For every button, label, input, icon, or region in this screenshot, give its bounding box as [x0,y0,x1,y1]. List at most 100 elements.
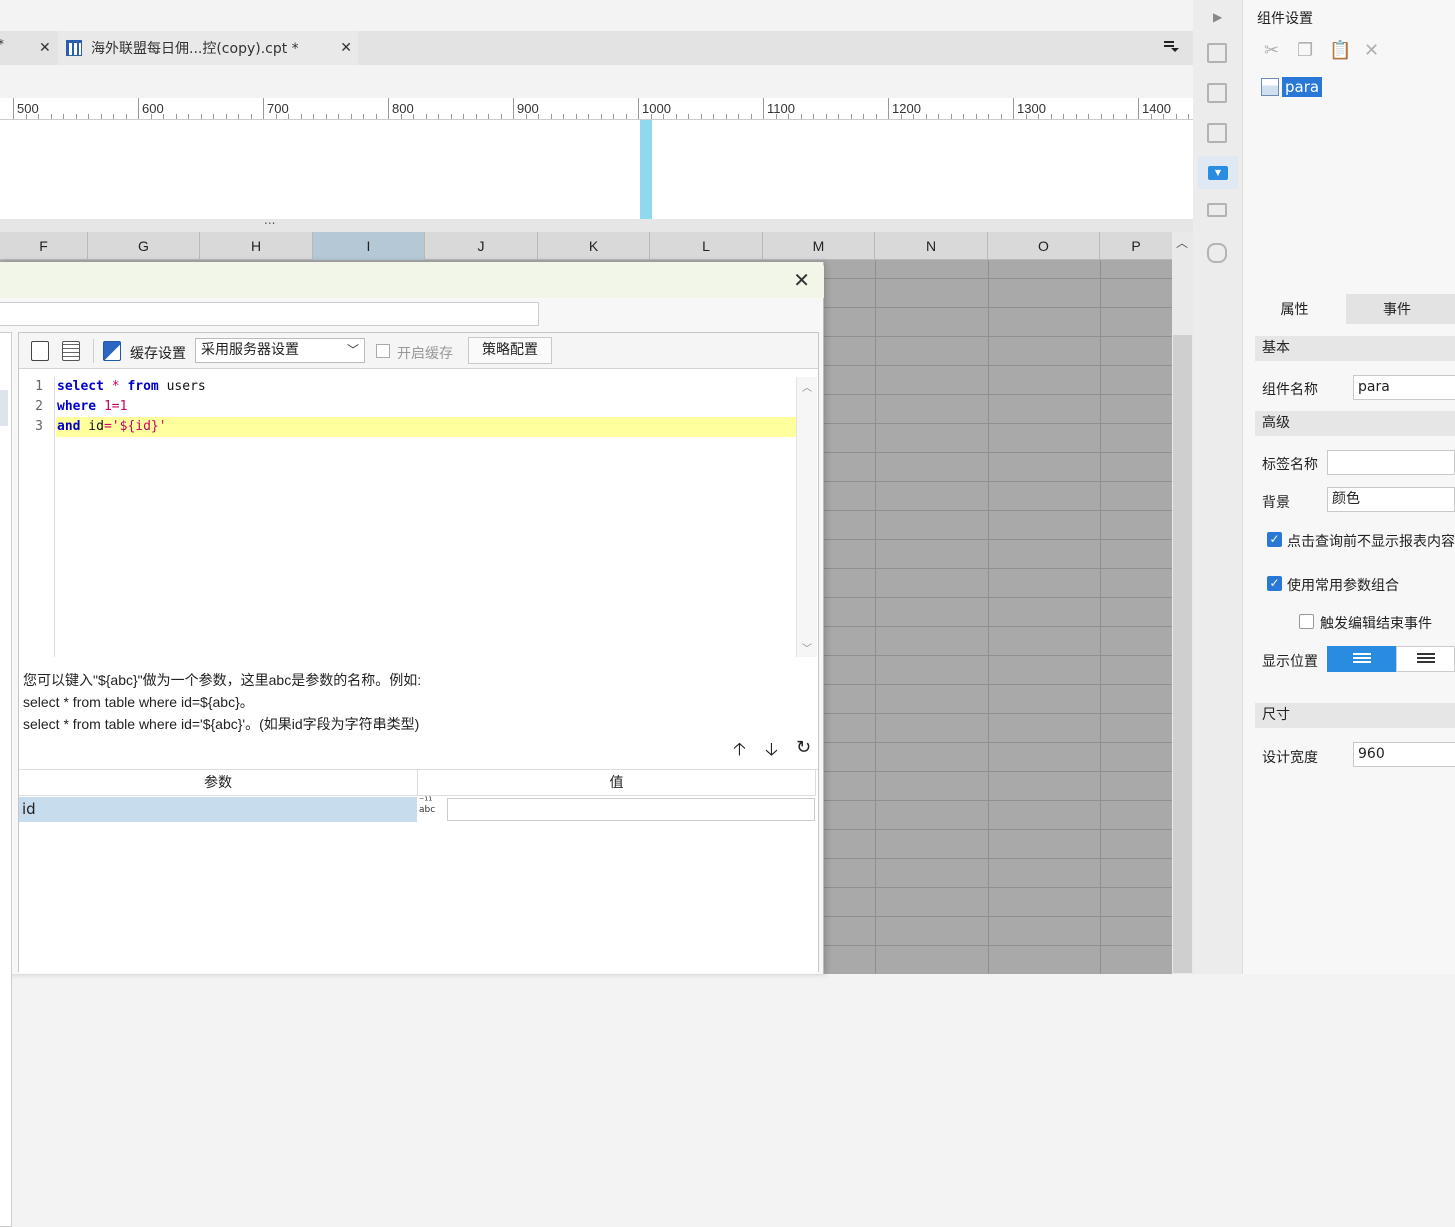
ruler-tick [13,98,14,119]
scrollbar-thumb[interactable] [1173,335,1192,973]
ruler-tick [588,114,589,119]
paste-icon[interactable]: 📋 [1329,40,1351,61]
move-down-icon[interactable]: 🡣 [765,737,778,767]
grid-vertical-scrollbar[interactable]: ︿ [1172,232,1193,974]
chevron-down-icon: ﹀ [346,343,359,357]
ruler-tick [938,114,939,119]
editor-scrollbar[interactable]: ︿ ﹀ [796,377,817,657]
column-header[interactable]: P [1100,232,1172,260]
column-header[interactable]: F [0,232,88,260]
ruler-tick [338,114,339,119]
splitter-grip-icon: ... [264,213,276,227]
ruler-tick [1063,114,1064,119]
dialog-close-icon[interactable]: ✕ [793,268,810,292]
ruler-tick [950,114,952,119]
enable-cache-label: 开启缓存 [397,346,453,362]
cache-mode-select[interactable]: 采用服务器设置 ﹀ [195,338,365,363]
cell-element-icon[interactable] [1207,123,1227,143]
trigger-edit-end-checkbox[interactable] [1299,614,1314,629]
dataset-list-selection[interactable] [0,390,8,426]
sql-file-icon[interactable] [62,341,80,361]
column-header[interactable]: L [650,232,763,260]
tab-list-icon[interactable] [1163,39,1179,57]
hide-report-checkbox[interactable]: ✓ [1267,532,1282,547]
preview-icon[interactable] [31,341,49,361]
param-type-icon[interactable]: ⁻¹¹ abc [419,797,445,822]
widget-icon [1261,78,1279,96]
ruler-tick [475,114,477,119]
cut-icon[interactable]: ✂ [1264,40,1279,61]
ruler-tick [500,114,502,119]
scroll-up-icon[interactable]: ︿ [1176,234,1188,251]
dataset-name-input[interactable] [0,302,539,326]
scroll-down-icon[interactable]: ﹀ [802,640,812,655]
sql-editor[interactable]: 1 2 3 select * from users where 1=1 and … [19,377,818,657]
ruler-label: 1100 [767,101,795,116]
current-line-highlight [56,417,796,437]
tab-active-report[interactable]: 海外联盟每日佣...控(copy).cpt * ✕ [58,31,358,65]
column-header[interactable]: G [88,232,200,260]
pane-splitter[interactable]: ... [0,213,1193,232]
tab-properties[interactable]: 属性 [1243,294,1346,324]
ruler-tick [975,114,977,119]
background-select[interactable]: 颜色 [1327,487,1455,512]
hyperlink-icon[interactable] [1207,243,1227,263]
column-header[interactable]: H [200,232,313,260]
column-header[interactable]: O [988,232,1100,260]
strategy-config-button[interactable]: 策略配置 [468,337,552,364]
parameter-canvas[interactable] [0,120,1193,219]
ruler-tick [1050,114,1052,119]
canvas-width-marker[interactable] [640,120,652,219]
ruler-tick [488,114,489,119]
ruler-label: 900 [517,101,539,116]
align-left-button[interactable] [1327,646,1396,672]
section-basic[interactable]: 基本 [1255,336,1455,361]
column-header[interactable]: K [538,232,650,260]
refresh-icon[interactable]: ↻ [796,737,811,758]
dataset-list-panel[interactable] [0,332,12,1227]
component-name-input[interactable]: para [1353,375,1455,400]
sql-line-2[interactable]: where 1=1 [57,397,127,417]
ruler-tick [263,98,264,119]
copy-icon[interactable]: ❐ [1297,40,1313,61]
align-center-button[interactable] [1396,646,1455,672]
enable-cache-checkbox[interactable] [376,344,390,358]
move-up-icon[interactable]: 🡡 [733,737,746,767]
widget-settings-panel: 组件设置 ✂ ❐ 📋 ✕ para 属性 事件 基本 组件名称 para 高级 … [1243,0,1455,974]
ruler-tick [813,114,814,119]
param-row-value-input[interactable] [447,798,815,821]
ruler-tick [575,114,577,119]
sql-line-1[interactable]: select * from users [57,377,206,397]
column-header[interactable]: M [763,232,875,260]
tab-previous-close-icon[interactable]: ✕ [39,40,51,56]
delete-icon[interactable]: ✕ [1364,40,1379,61]
widget-tree-item[interactable]: para [1261,76,1323,98]
use-common-params-checkbox[interactable]: ✓ [1267,576,1282,591]
section-advanced[interactable]: 高级 [1255,411,1455,436]
top-bar [0,0,1193,31]
ruler-tick [100,114,102,119]
param-row-name[interactable]: id [19,797,417,822]
layout-icon[interactable] [1207,43,1227,63]
tab-events[interactable]: 事件 [1347,294,1447,324]
expand-icon[interactable]: ▶ [1213,10,1222,24]
tab-active-close-icon[interactable]: ✕ [340,40,352,56]
section-size[interactable]: 尺寸 [1255,703,1455,728]
form-list-icon[interactable] [1207,203,1227,217]
scroll-up-icon[interactable]: ︿ [802,379,812,394]
ruler-tick [600,114,602,119]
column-header[interactable]: N [875,232,988,260]
column-header[interactable]: J [425,232,538,260]
sql-line-3[interactable]: and id='${id}' [57,417,167,437]
widget-properties-icon[interactable] [1207,83,1227,103]
widget-settings-icon[interactable]: ▼ [1208,166,1228,180]
tab-previous[interactable]: * ✕ [0,31,58,65]
column-header-selected[interactable]: I [313,232,425,260]
ruler-tick [1100,114,1102,119]
cache-settings-icon[interactable] [103,341,121,361]
grid-line [988,260,989,974]
design-width-input[interactable]: 960 [1353,742,1455,767]
ruler-tick [438,114,439,119]
tag-name-input[interactable] [1327,450,1455,475]
ruler-tick [713,114,714,119]
